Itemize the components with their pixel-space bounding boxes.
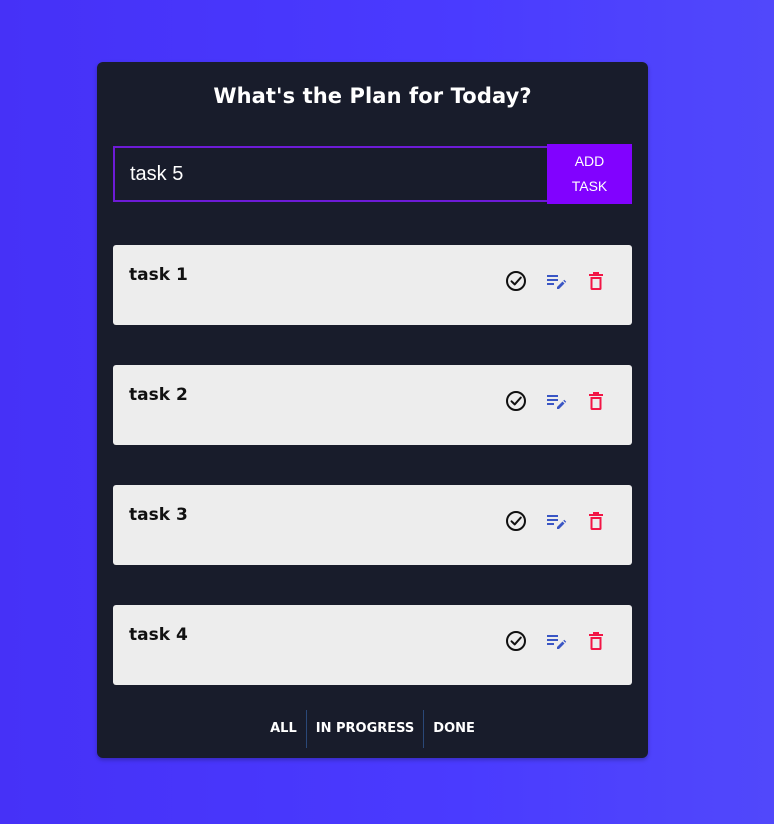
todo-card: What's the Plan for Today? ADD TASK task… <box>97 62 648 758</box>
trash-icon[interactable] <box>584 269 608 293</box>
add-task-button-label-line1: ADD <box>574 153 605 169</box>
add-task-button-label-line2: TASK <box>571 178 608 194</box>
edit-list-icon[interactable] <box>544 509 568 533</box>
check-circle-icon[interactable] <box>504 269 528 293</box>
trash-icon[interactable] <box>584 389 608 413</box>
task-label: task 4 <box>129 625 188 645</box>
edit-list-icon[interactable] <box>544 269 568 293</box>
filter-done[interactable]: DONE <box>424 710 484 748</box>
filter-all[interactable]: ALL <box>261 710 306 748</box>
edit-list-icon[interactable] <box>544 629 568 653</box>
task-item: task 3 <box>113 485 632 565</box>
task-list: task 1 task 2 task 3 task 4 <box>113 245 632 725</box>
task-item: task 1 <box>113 245 632 325</box>
check-circle-icon[interactable] <box>504 389 528 413</box>
trash-icon[interactable] <box>584 509 608 533</box>
task-label: task 2 <box>129 385 188 405</box>
task-label: task 3 <box>129 505 188 525</box>
task-input[interactable] <box>113 146 547 202</box>
trash-icon[interactable] <box>584 629 608 653</box>
add-task-form: ADD TASK <box>113 144 632 204</box>
add-task-button[interactable]: ADD TASK <box>547 144 632 204</box>
edit-list-icon[interactable] <box>544 389 568 413</box>
check-circle-icon[interactable] <box>504 509 528 533</box>
check-circle-icon[interactable] <box>504 629 528 653</box>
task-item: task 2 <box>113 365 632 445</box>
task-label: task 1 <box>129 265 188 285</box>
filter-bar: ALL IN PROGRESS DONE <box>97 710 648 748</box>
filter-in-progress[interactable]: IN PROGRESS <box>307 710 424 748</box>
page-title: What's the Plan for Today? <box>213 84 532 108</box>
task-item: task 4 <box>113 605 632 685</box>
